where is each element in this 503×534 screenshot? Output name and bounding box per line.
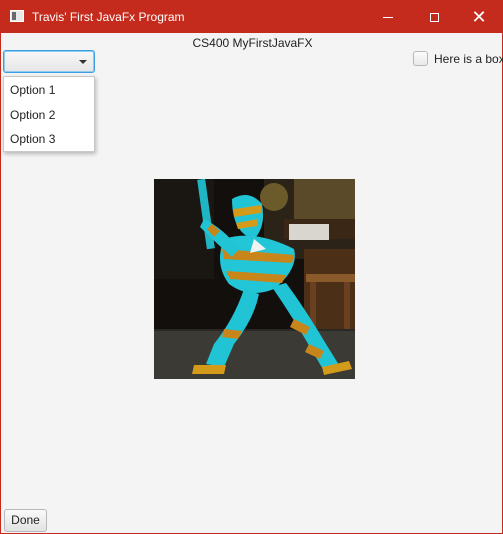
minimize-icon: [383, 16, 393, 18]
window-title: Travis' First JavaFx Program: [32, 10, 185, 24]
title-bar[interactable]: Travis' First JavaFx Program ✕: [1, 1, 502, 33]
app-icon: [10, 10, 24, 22]
photo-illustration: [154, 179, 355, 379]
close-icon: ✕: [471, 7, 487, 27]
minimize-button[interactable]: [365, 1, 411, 33]
header-label: CS400 MyFirstJavaFX: [192, 36, 313, 50]
maximize-icon: [429, 12, 439, 22]
close-button[interactable]: ✕: [456, 1, 502, 33]
combo-option-2[interactable]: Option 2: [4, 103, 94, 127]
options-combo-box[interactable]: [3, 50, 95, 73]
app-window: Travis' First JavaFx Program ✕ CS400 MyF…: [0, 0, 503, 534]
checkbox-label: Here is a box: [434, 52, 503, 66]
combo-option-1[interactable]: Option 1: [4, 78, 94, 102]
photo-image: [154, 179, 355, 379]
combo-dropdown-list: Option 1 Option 2 Option 3: [3, 76, 95, 152]
box-checkbox[interactable]: [413, 51, 428, 66]
maximize-button[interactable]: [411, 1, 457, 33]
chevron-down-icon: [79, 60, 87, 64]
combo-option-3[interactable]: Option 3: [4, 127, 94, 151]
done-button[interactable]: Done: [4, 509, 47, 532]
